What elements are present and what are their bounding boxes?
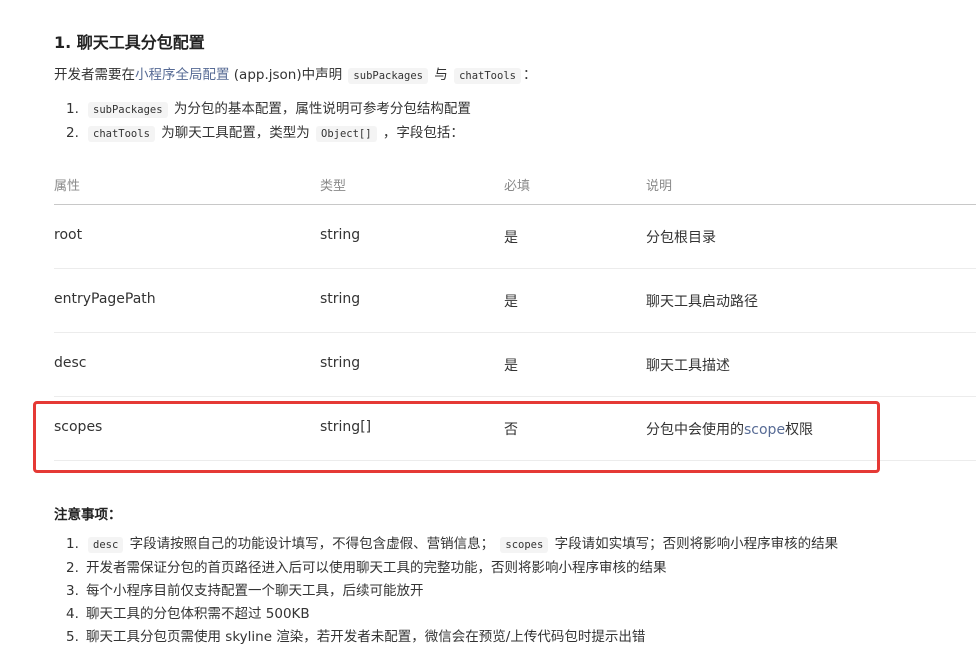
cell-required: 是 [504, 358, 518, 374]
list-item: 1. desc 字段请按照自己的功能设计填写，不得包含虚假、营销信息； scope… [66, 533, 838, 557]
inline-code: subPackages [88, 102, 168, 118]
cell-type: string [320, 227, 361, 243]
cell-desc: 分包中会使用的scope权限 [646, 419, 813, 439]
inline-code-type: Object[] [316, 126, 377, 142]
table-header: 属性 类型 必填 说明 [54, 162, 976, 205]
cell-type: string [320, 291, 361, 307]
list-item: 3. 每个小程序目前仅支持配置一个聊天工具，后续可能放开 [66, 580, 838, 603]
fields-table: 属性 类型 必填 说明 root string 是 分包根目录 entryPag… [54, 162, 976, 461]
list-text: 开发者需保证分包的首页路径进入后可以使用聊天工具的完整功能，否则将影响小程序审核… [86, 560, 667, 576]
cell-desc: 聊天工具启动路径 [646, 294, 758, 310]
header-required: 必填 [504, 179, 531, 194]
intro-paragraph: 开发者需要在小程序全局配置 (app.json)中声明 subPackages … [54, 65, 536, 86]
cell-type: string [320, 355, 361, 371]
intro-prefix: 开发者需要在 [54, 67, 135, 83]
list-text: 为分包的基本配置，属性说明可参考分包结构配置 [173, 101, 471, 117]
list-number: 1. [66, 536, 79, 552]
scope-link[interactable]: scope [744, 422, 785, 438]
notice-title: 注意事项： [54, 507, 122, 523]
cell-required: 否 [504, 422, 518, 438]
global-config-link[interactable]: 小程序全局配置 [135, 67, 230, 83]
list-number: 2. [66, 125, 79, 141]
intro-suffix: (app.json)中声明 [229, 67, 347, 83]
list-item: 4. 聊天工具的分包体积需不超过 500KB [66, 603, 838, 626]
inline-code-desc: desc [88, 537, 124, 553]
intro-suffix2: ： [522, 67, 537, 83]
list-number: 1. [66, 101, 79, 117]
cell-prop: entryPagePath [54, 291, 156, 307]
table-row: root string 是 分包根目录 [54, 205, 976, 269]
config-list: 1. subPackages 为分包的基本配置，属性说明可参考分包结构配置 2. c… [66, 98, 471, 146]
cell-prop: scopes [54, 419, 103, 435]
inline-code-subpackages: subPackages [348, 68, 428, 84]
list-number: 5. [66, 629, 79, 645]
cell-desc: 分包根目录 [646, 230, 716, 246]
section-title: 1. 聊天工具分包配置 [54, 33, 205, 52]
inline-code: chatTools [88, 126, 155, 142]
list-text: 聊天工具的分包体积需不超过 500KB [86, 606, 310, 622]
header-prop: 属性 [54, 179, 81, 194]
table-row: scopes string[] 否 分包中会使用的scope权限 [54, 397, 976, 461]
cell-desc: 聊天工具描述 [646, 358, 730, 374]
desc-text: 权限 [785, 422, 814, 438]
cell-required: 是 [504, 294, 518, 310]
cell-prop: root [54, 227, 83, 243]
list-number: 4. [66, 606, 79, 622]
desc-text: 分包中会使用的 [646, 422, 744, 438]
list-text: 聊天工具分包页需使用 skyline 渲染，若开发者未配置，微信会在预览/上传代… [86, 629, 646, 645]
list-text: 字段请按照自己的功能设计填写，不得包含虚假、营销信息； [129, 536, 495, 552]
list-text: 每个小程序目前仅支持配置一个聊天工具，后续可能放开 [86, 583, 424, 599]
header-desc: 说明 [646, 179, 673, 194]
inline-code-scopes: scopes [500, 537, 549, 553]
list-number: 2. [66, 560, 79, 576]
cell-required: 是 [504, 230, 518, 246]
intro-mid: 与 [429, 67, 453, 83]
notice-list: 1. desc 字段请按照自己的功能设计填写，不得包含虚假、营销信息； scope… [66, 533, 838, 649]
list-text: 为聊天工具配置，类型为 [161, 125, 310, 141]
cell-prop: desc [54, 355, 87, 371]
list-text: 字段请如实填写；否则将影响小程序审核的结果 [554, 536, 839, 552]
list-item: 1. subPackages 为分包的基本配置，属性说明可参考分包结构配置 [66, 98, 471, 122]
table-row: entryPagePath string 是 聊天工具启动路径 [54, 269, 976, 333]
list-item: 2. chatTools 为聊天工具配置，类型为 Object[] ，字段包括： [66, 122, 471, 146]
table-row: desc string 是 聊天工具描述 [54, 333, 976, 397]
list-number: 3. [66, 583, 79, 599]
inline-code-chattools: chatTools [454, 68, 521, 84]
header-type: 类型 [320, 179, 347, 194]
list-item: 5. 聊天工具分包页需使用 skyline 渲染，若开发者未配置，微信会在预览/上… [66, 626, 838, 649]
list-text: ，字段包括： [382, 125, 464, 141]
cell-type: string[] [320, 419, 372, 435]
list-item: 2. 开发者需保证分包的首页路径进入后可以使用聊天工具的完整功能，否则将影响小程序… [66, 557, 838, 580]
